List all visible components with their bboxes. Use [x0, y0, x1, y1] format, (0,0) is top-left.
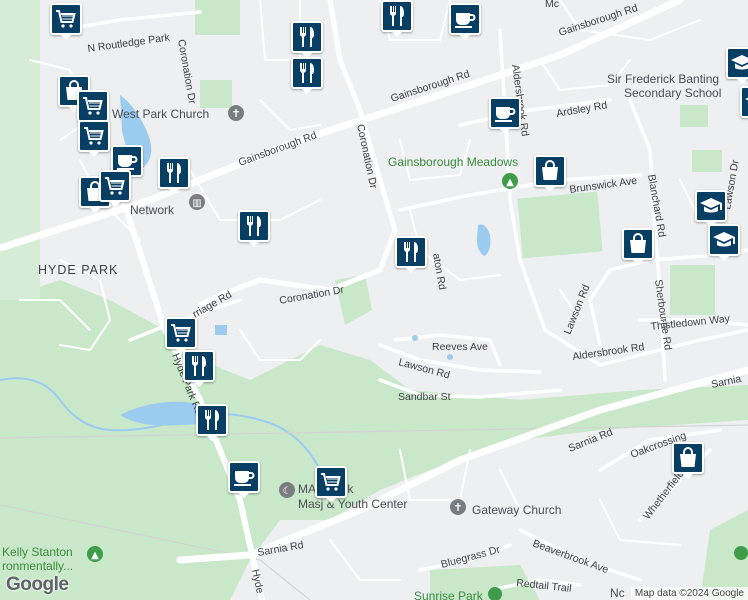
restaurant-marker[interactable] — [183, 350, 215, 387]
restaurant-marker[interactable] — [291, 57, 323, 94]
poi-label-nc[interactable]: Nc — [610, 586, 625, 600]
poi-label-gainsborough-meadows[interactable]: Gainsborough Meadows — [388, 155, 518, 169]
restaurant-marker[interactable] — [395, 236, 427, 273]
poi-label-kelly-stanton-1[interactable]: Kelly Stanton — [2, 545, 73, 559]
fork-knife-icon — [295, 25, 319, 49]
cart-marker[interactable] — [99, 170, 131, 207]
school-marker[interactable] — [708, 224, 740, 261]
school-marker[interactable] — [695, 190, 727, 227]
park-banting-2 — [692, 150, 722, 172]
cart-marker[interactable] — [77, 90, 109, 127]
restaurant-marker[interactable] — [381, 0, 413, 37]
school-marker[interactable] — [740, 86, 748, 118]
greenspace-northwest — [0, 0, 40, 300]
map-attribution[interactable]: Map data ©2024 Google — [630, 587, 748, 600]
park-sw — [100, 370, 140, 400]
cart-marker[interactable] — [315, 466, 347, 503]
cafe-marker[interactable] — [449, 3, 481, 40]
graduation-cap-icon — [744, 90, 748, 114]
restaurant-marker[interactable] — [291, 21, 323, 58]
shopping-cart-icon — [81, 94, 105, 118]
poi-label-kelly-stanton-2[interactable]: ronmentally... — [2, 559, 73, 573]
graduation-cap-icon — [699, 194, 723, 218]
park-top-green — [195, 0, 240, 35]
shopping-cart-icon — [54, 7, 78, 31]
cart-marker[interactable] — [78, 120, 110, 157]
park-westpark — [200, 80, 232, 108]
graduation-cap-icon — [712, 228, 736, 252]
coffee-cup-icon — [232, 465, 256, 489]
fork-knife-icon — [295, 61, 319, 85]
svg-text:▲: ▲ — [91, 550, 99, 561]
svg-text:☾: ☾ — [283, 486, 292, 497]
shopping-bag-icon — [626, 232, 650, 256]
fork-knife-icon — [242, 214, 266, 238]
park-banting-1 — [680, 105, 708, 127]
fork-knife-icon — [200, 408, 224, 432]
poi-label-gateway-church[interactable]: Gateway Church — [472, 503, 561, 517]
cafe-marker[interactable] — [489, 97, 521, 134]
shopping-bag-icon — [538, 159, 562, 183]
fork-knife-icon — [385, 4, 409, 28]
poi-label-west-park-church[interactable]: West Park Church — [112, 107, 209, 121]
coffee-cup-icon — [453, 7, 477, 31]
svg-text:✝: ✝ — [453, 501, 462, 514]
cart-marker[interactable] — [50, 3, 82, 40]
park-gainsborough-meadows — [517, 191, 603, 259]
svg-text:✝: ✝ — [231, 107, 240, 120]
park-east — [670, 265, 715, 315]
map-canvas[interactable]: ✝ ▥ ▲ ☾ ✝ ▲ HYDE PARK N Routledge Park C… — [0, 0, 748, 600]
fork-knife-icon — [162, 161, 186, 185]
shopping-cart-icon — [82, 124, 106, 148]
park-tree-icon-se[interactable] — [734, 546, 748, 560]
school-marker[interactable] — [726, 47, 748, 84]
area-label-hyde-park: HYDE PARK — [38, 263, 118, 277]
pond-marker-2 — [447, 354, 453, 360]
fork-knife-icon — [399, 240, 423, 264]
graduation-cap-icon — [730, 51, 748, 75]
shop-marker[interactable] — [534, 155, 566, 192]
restaurant-marker[interactable] — [238, 210, 270, 247]
poi-label-banting-2[interactable]: Secondary School — [624, 86, 721, 100]
shopping-bag-icon — [676, 446, 700, 470]
shop-marker[interactable] — [622, 228, 654, 265]
shopping-cart-icon — [319, 470, 343, 494]
svg-text:▥: ▥ — [192, 198, 201, 209]
restaurant-marker[interactable] — [158, 157, 190, 194]
poi-label-masjid-2[interactable]: Masj & Youth Center — [298, 497, 407, 511]
cart-marker[interactable] — [165, 317, 197, 354]
fork-knife-icon — [187, 354, 211, 378]
poi-label-banting-1[interactable]: Sir Frederick Banting — [607, 72, 719, 86]
svg-text:▲: ▲ — [506, 177, 514, 188]
pond-small — [215, 325, 227, 335]
road-label-reeves: Reeves Ave — [432, 341, 488, 353]
poi-label-sunrise-park[interactable]: Sunrise Park — [414, 589, 484, 600]
road-label-sandbar: Sandbar St — [398, 391, 451, 403]
poi-label-network[interactable]: Network — [130, 203, 175, 217]
shop-marker[interactable] — [672, 442, 704, 479]
restaurant-marker[interactable] — [196, 404, 228, 441]
road-label-mc: Mc — [545, 0, 559, 10]
google-logo: Google — [6, 574, 69, 595]
shopping-cart-icon — [169, 321, 193, 345]
pond-marker — [412, 335, 418, 341]
shopping-cart-icon — [103, 174, 127, 198]
cafe-marker[interactable] — [228, 461, 260, 498]
coffee-cup-icon — [493, 101, 517, 125]
